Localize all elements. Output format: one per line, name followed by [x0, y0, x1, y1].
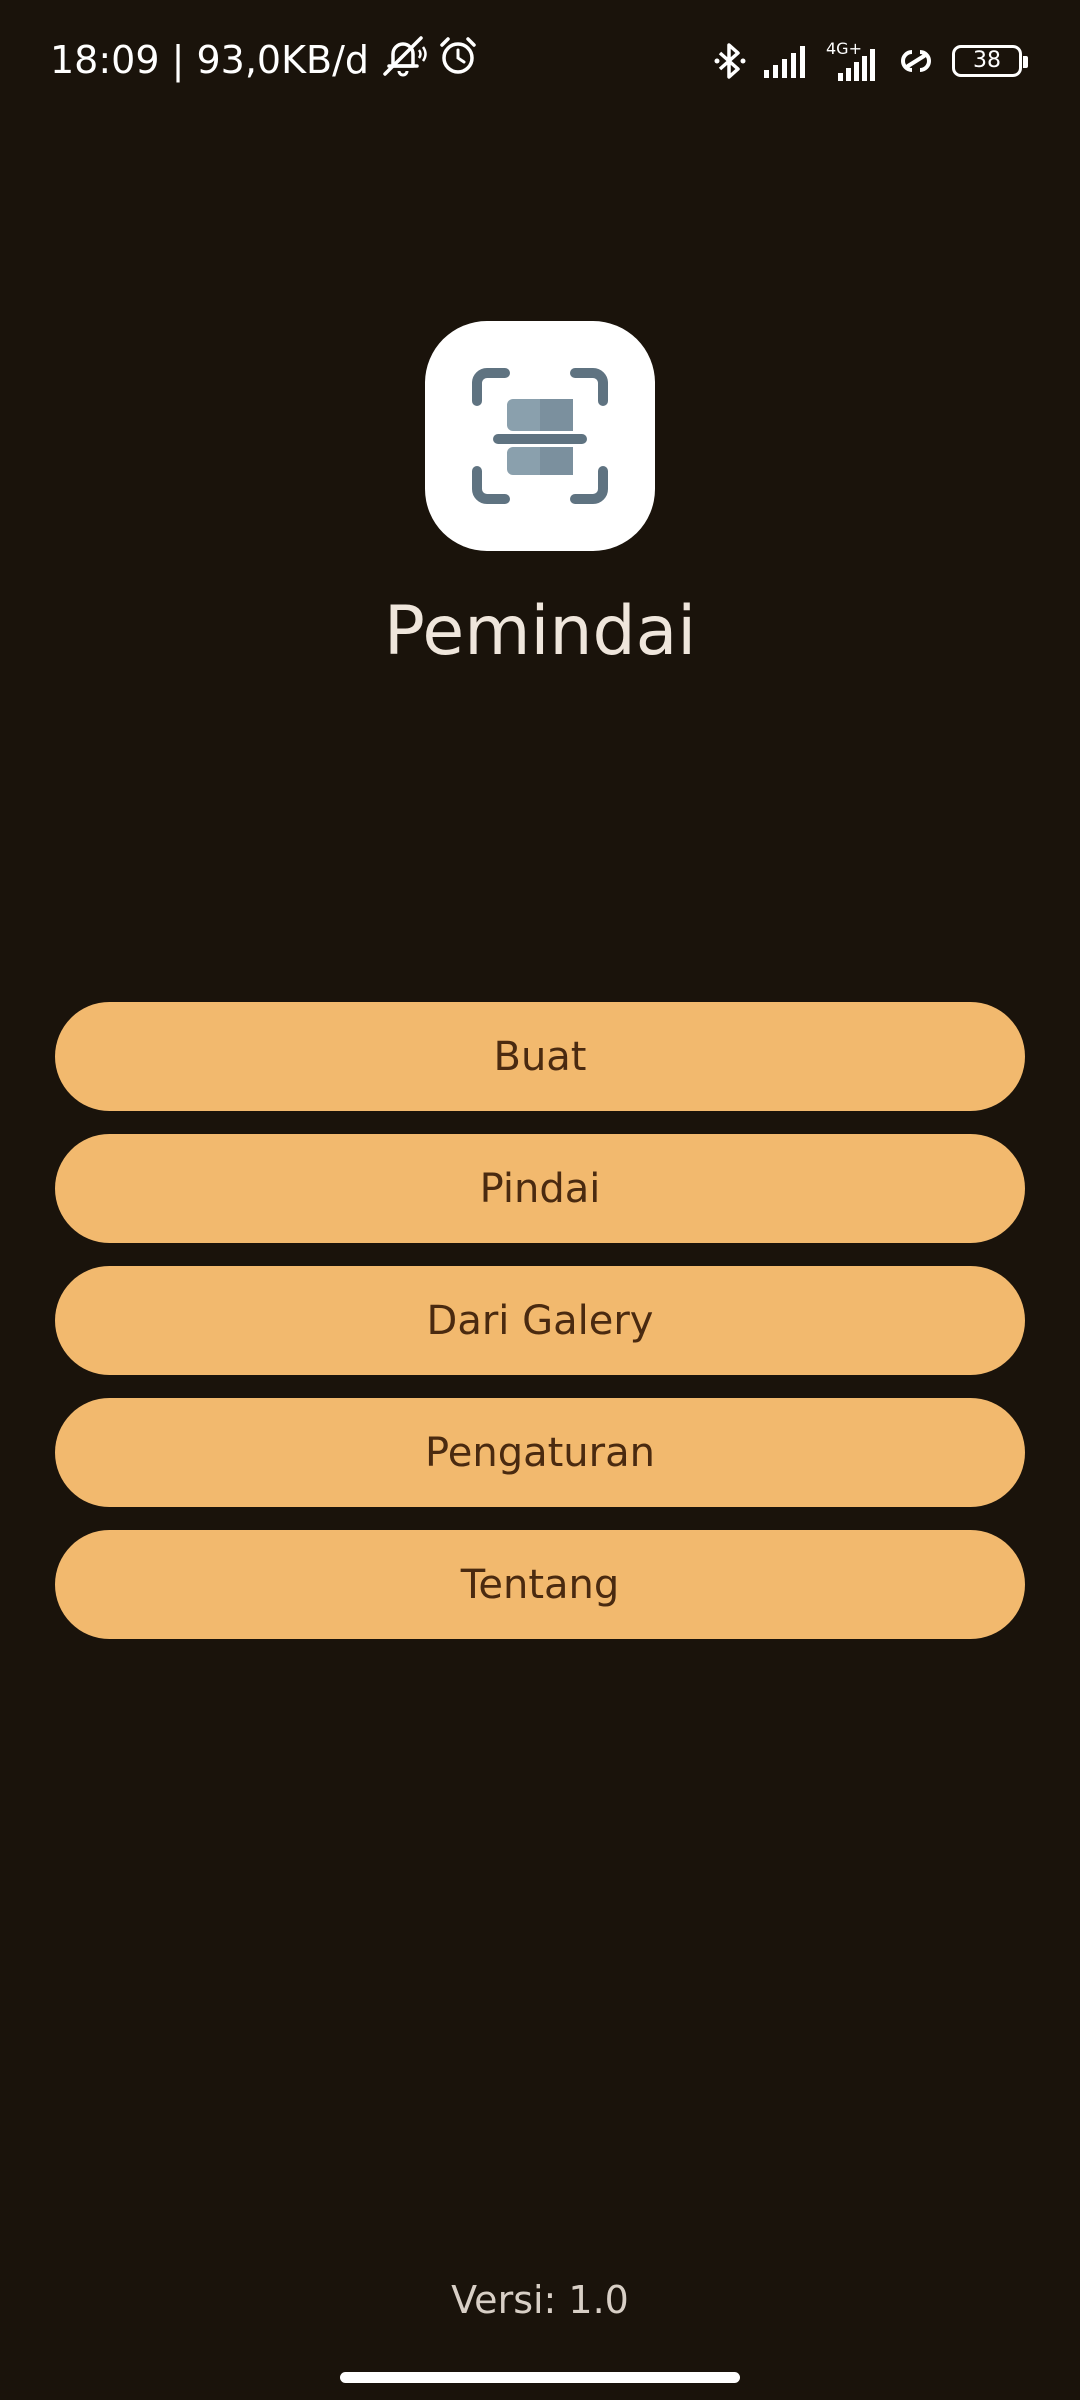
about-button[interactable]: Tentang	[55, 1530, 1025, 1639]
signal-icon	[762, 44, 810, 78]
status-right: 4G+ 38	[712, 34, 1028, 88]
main-menu: Buat Pindai Dari Galery Pengaturan Tenta…	[55, 1002, 1025, 1662]
app-title: Pemindai	[383, 592, 697, 671]
status-time: 18:09 | 93,0KB/d	[50, 38, 369, 82]
signal-4g-icon: 4G+	[824, 39, 880, 81]
hotspot-link-icon	[894, 44, 938, 78]
battery-level: 38	[973, 48, 1001, 73]
muted-bell-icon	[379, 34, 427, 87]
scan-button[interactable]: Pindai	[55, 1134, 1025, 1243]
main-screen: 18:09 | 93,0KB/d 4G+ 38 Pemindai Buat Pi…	[0, 0, 1080, 2400]
create-button[interactable]: Buat	[55, 1002, 1025, 1111]
settings-button[interactable]: Pengaturan	[55, 1398, 1025, 1507]
home-indicator[interactable]	[340, 2372, 740, 2383]
from-gallery-button[interactable]: Dari Galery	[55, 1266, 1025, 1375]
version-label: Versi: 1.0	[451, 2278, 629, 2322]
status-left: 18:09 | 93,0KB/d	[50, 32, 479, 88]
status-bar: 18:09 | 93,0KB/d 4G+ 38	[0, 0, 1080, 120]
scanner-icon	[425, 321, 655, 551]
alarm-icon	[437, 35, 479, 86]
bluetooth-icon	[712, 41, 748, 81]
battery-icon: 38	[952, 45, 1028, 77]
